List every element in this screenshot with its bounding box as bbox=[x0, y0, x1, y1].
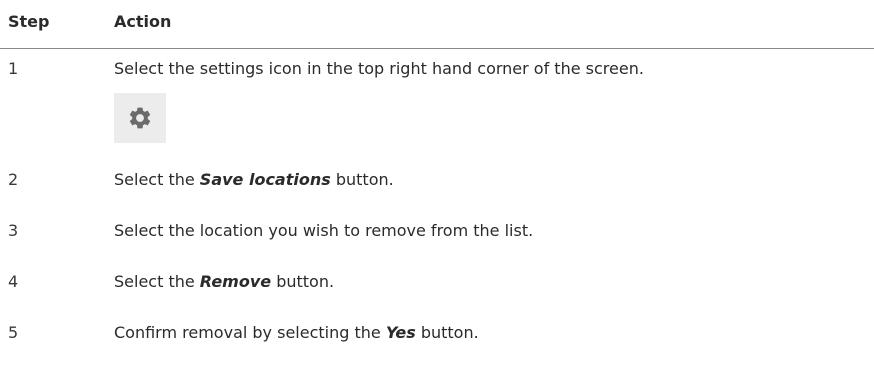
gear-icon bbox=[129, 107, 151, 129]
step-number: 4 bbox=[8, 272, 19, 291]
table-row: 4 Select the Remove button. bbox=[0, 272, 874, 296]
table-row: 3 Select the location you wish to remove… bbox=[0, 221, 874, 245]
action-text-before: Select the bbox=[114, 170, 200, 189]
settings-icon-image bbox=[114, 93, 166, 143]
procedure-table: Step Action 1 Select the settings icon i… bbox=[0, 0, 874, 371]
ui-term-save-locations: Save locations bbox=[199, 170, 331, 189]
step-number: 1 bbox=[8, 59, 19, 78]
table-header: Step Action bbox=[0, 0, 874, 49]
action-text-after: button. bbox=[415, 323, 479, 342]
action-column-header: Action bbox=[114, 12, 172, 31]
action-text-before: Select the bbox=[114, 272, 200, 291]
action-text-after: button. bbox=[330, 170, 394, 189]
table-row: 1 Select the settings icon in the top ri… bbox=[0, 59, 874, 149]
action-text: Select the location you wish to remove f… bbox=[114, 221, 534, 240]
step-number: 3 bbox=[8, 221, 19, 240]
ui-term-remove: Remove bbox=[199, 272, 272, 291]
table-row: 2 Select the Save locations button. bbox=[0, 170, 874, 194]
action-text: Select the settings icon in the top righ… bbox=[114, 59, 644, 78]
action-text: Select the Save locations button. bbox=[114, 170, 394, 189]
action-text-after: button. bbox=[271, 272, 335, 291]
step-number: 2 bbox=[8, 170, 19, 189]
step-number: 5 bbox=[8, 323, 19, 342]
step-column-header: Step bbox=[8, 12, 50, 31]
action-text: Confirm removal by selecting the Yes but… bbox=[114, 323, 479, 342]
ui-term-yes: Yes bbox=[385, 323, 416, 342]
table-row: 5 Confirm removal by selecting the Yes b… bbox=[0, 323, 874, 347]
action-text: Select the Remove button. bbox=[114, 272, 334, 291]
action-text-before: Confirm removal by selecting the bbox=[114, 323, 386, 342]
